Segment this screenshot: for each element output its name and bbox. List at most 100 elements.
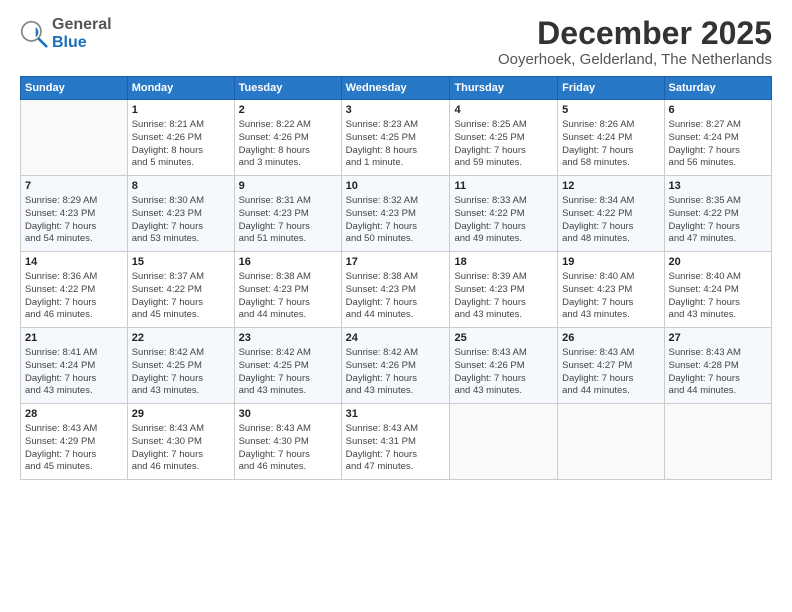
day-number: 15: [132, 255, 230, 270]
cell-info: and 46 minutes.: [239, 461, 337, 474]
cell-info: and 43 minutes.: [454, 385, 553, 398]
calendar-cell: 28Sunrise: 8:43 AMSunset: 4:29 PMDayligh…: [21, 404, 128, 480]
cell-info: Sunset: 4:25 PM: [454, 132, 553, 145]
cell-info: Daylight: 7 hours: [346, 373, 446, 386]
cell-info: Sunrise: 8:38 AM: [239, 271, 337, 284]
cell-info: Daylight: 7 hours: [346, 297, 446, 310]
cell-info: Sunrise: 8:43 AM: [132, 423, 230, 436]
cell-info: Sunset: 4:28 PM: [669, 360, 767, 373]
cell-info: and 44 minutes.: [669, 385, 767, 398]
cell-info: Daylight: 7 hours: [454, 221, 553, 234]
cell-info: Sunrise: 8:40 AM: [562, 271, 659, 284]
cell-info: Daylight: 7 hours: [25, 297, 123, 310]
cell-info: Sunrise: 8:41 AM: [25, 347, 123, 360]
cell-info: Sunrise: 8:38 AM: [346, 271, 446, 284]
title-block: December 2025 Ooyerhoek, Gelderland, The…: [498, 16, 772, 68]
cell-info: Daylight: 7 hours: [669, 221, 767, 234]
calendar-cell: 17Sunrise: 8:38 AMSunset: 4:23 PMDayligh…: [341, 252, 450, 328]
calendar-table: SundayMondayTuesdayWednesdayThursdayFrid…: [20, 76, 772, 480]
cell-info: and 3 minutes.: [239, 157, 337, 170]
weekday-header-saturday: Saturday: [664, 77, 771, 100]
logo-blue-text: Blue: [52, 34, 87, 51]
calendar-cell: 29Sunrise: 8:43 AMSunset: 4:30 PMDayligh…: [127, 404, 234, 480]
cell-info: and 5 minutes.: [132, 157, 230, 170]
cell-info: Sunset: 4:23 PM: [346, 208, 446, 221]
day-number: 2: [239, 103, 337, 118]
calendar-cell: 6Sunrise: 8:27 AMSunset: 4:24 PMDaylight…: [664, 100, 771, 176]
day-number: 26: [562, 331, 659, 346]
logo: General Blue: [20, 16, 112, 51]
calendar-cell: [21, 100, 128, 176]
calendar-cell: 21Sunrise: 8:41 AMSunset: 4:24 PMDayligh…: [21, 328, 128, 404]
cell-info: Sunset: 4:31 PM: [346, 436, 446, 449]
cell-info: Daylight: 7 hours: [562, 221, 659, 234]
cell-info: Sunset: 4:27 PM: [562, 360, 659, 373]
day-number: 27: [669, 331, 767, 346]
cell-info: Daylight: 7 hours: [346, 449, 446, 462]
weekday-header-thursday: Thursday: [450, 77, 558, 100]
cell-info: Sunset: 4:22 PM: [562, 208, 659, 221]
cell-info: Daylight: 8 hours: [346, 145, 446, 158]
cell-info: Sunrise: 8:31 AM: [239, 195, 337, 208]
cell-info: Daylight: 7 hours: [454, 297, 553, 310]
calendar-cell: 10Sunrise: 8:32 AMSunset: 4:23 PMDayligh…: [341, 176, 450, 252]
day-number: 28: [25, 407, 123, 422]
cell-info: and 46 minutes.: [132, 461, 230, 474]
cell-info: Sunrise: 8:42 AM: [346, 347, 446, 360]
day-number: 3: [346, 103, 446, 118]
day-number: 5: [562, 103, 659, 118]
weekday-header-friday: Friday: [558, 77, 664, 100]
day-number: 7: [25, 179, 123, 194]
cell-info: Sunset: 4:24 PM: [669, 284, 767, 297]
calendar-week-row: 14Sunrise: 8:36 AMSunset: 4:22 PMDayligh…: [21, 252, 772, 328]
calendar-week-row: 7Sunrise: 8:29 AMSunset: 4:23 PMDaylight…: [21, 176, 772, 252]
cell-info: Sunset: 4:22 PM: [132, 284, 230, 297]
cell-info: Daylight: 7 hours: [132, 449, 230, 462]
cell-info: Sunset: 4:26 PM: [132, 132, 230, 145]
cell-info: Daylight: 7 hours: [669, 297, 767, 310]
calendar-week-row: 1Sunrise: 8:21 AMSunset: 4:26 PMDaylight…: [21, 100, 772, 176]
cell-info: Daylight: 7 hours: [562, 297, 659, 310]
calendar-cell: [664, 404, 771, 480]
cell-info: Daylight: 7 hours: [454, 373, 553, 386]
cell-info: Sunset: 4:30 PM: [132, 436, 230, 449]
calendar-cell: 23Sunrise: 8:42 AMSunset: 4:25 PMDayligh…: [234, 328, 341, 404]
logo-icon: [20, 20, 48, 48]
cell-info: Sunset: 4:23 PM: [454, 284, 553, 297]
calendar-cell: 12Sunrise: 8:34 AMSunset: 4:22 PMDayligh…: [558, 176, 664, 252]
day-number: 16: [239, 255, 337, 270]
cell-info: Sunset: 4:25 PM: [346, 132, 446, 145]
cell-info: and 43 minutes.: [132, 385, 230, 398]
calendar-cell: 5Sunrise: 8:26 AMSunset: 4:24 PMDaylight…: [558, 100, 664, 176]
cell-info: Sunrise: 8:40 AM: [669, 271, 767, 284]
cell-info: and 45 minutes.: [132, 309, 230, 322]
logo-general-text: General: [52, 16, 112, 33]
calendar-cell: 4Sunrise: 8:25 AMSunset: 4:25 PMDaylight…: [450, 100, 558, 176]
cell-info: and 49 minutes.: [454, 233, 553, 246]
day-number: 25: [454, 331, 553, 346]
cell-info: and 46 minutes.: [25, 309, 123, 322]
day-number: 31: [346, 407, 446, 422]
cell-info: Sunset: 4:25 PM: [132, 360, 230, 373]
day-number: 12: [562, 179, 659, 194]
cell-info: Daylight: 7 hours: [346, 221, 446, 234]
cell-info: Sunset: 4:23 PM: [346, 284, 446, 297]
calendar-cell: 25Sunrise: 8:43 AMSunset: 4:26 PMDayligh…: [450, 328, 558, 404]
day-number: 20: [669, 255, 767, 270]
cell-info: Sunrise: 8:30 AM: [132, 195, 230, 208]
cell-info: Sunset: 4:26 PM: [346, 360, 446, 373]
calendar-cell: 16Sunrise: 8:38 AMSunset: 4:23 PMDayligh…: [234, 252, 341, 328]
calendar-cell: 15Sunrise: 8:37 AMSunset: 4:22 PMDayligh…: [127, 252, 234, 328]
cell-info: Sunrise: 8:43 AM: [346, 423, 446, 436]
cell-info: Daylight: 7 hours: [669, 145, 767, 158]
cell-info: Sunrise: 8:29 AM: [25, 195, 123, 208]
cell-info: and 43 minutes.: [562, 309, 659, 322]
weekday-header-wednesday: Wednesday: [341, 77, 450, 100]
cell-info: and 44 minutes.: [239, 309, 337, 322]
cell-info: and 44 minutes.: [346, 309, 446, 322]
weekday-header-tuesday: Tuesday: [234, 77, 341, 100]
cell-info: and 50 minutes.: [346, 233, 446, 246]
day-number: 4: [454, 103, 553, 118]
cell-info: and 48 minutes.: [562, 233, 659, 246]
cell-info: and 45 minutes.: [25, 461, 123, 474]
